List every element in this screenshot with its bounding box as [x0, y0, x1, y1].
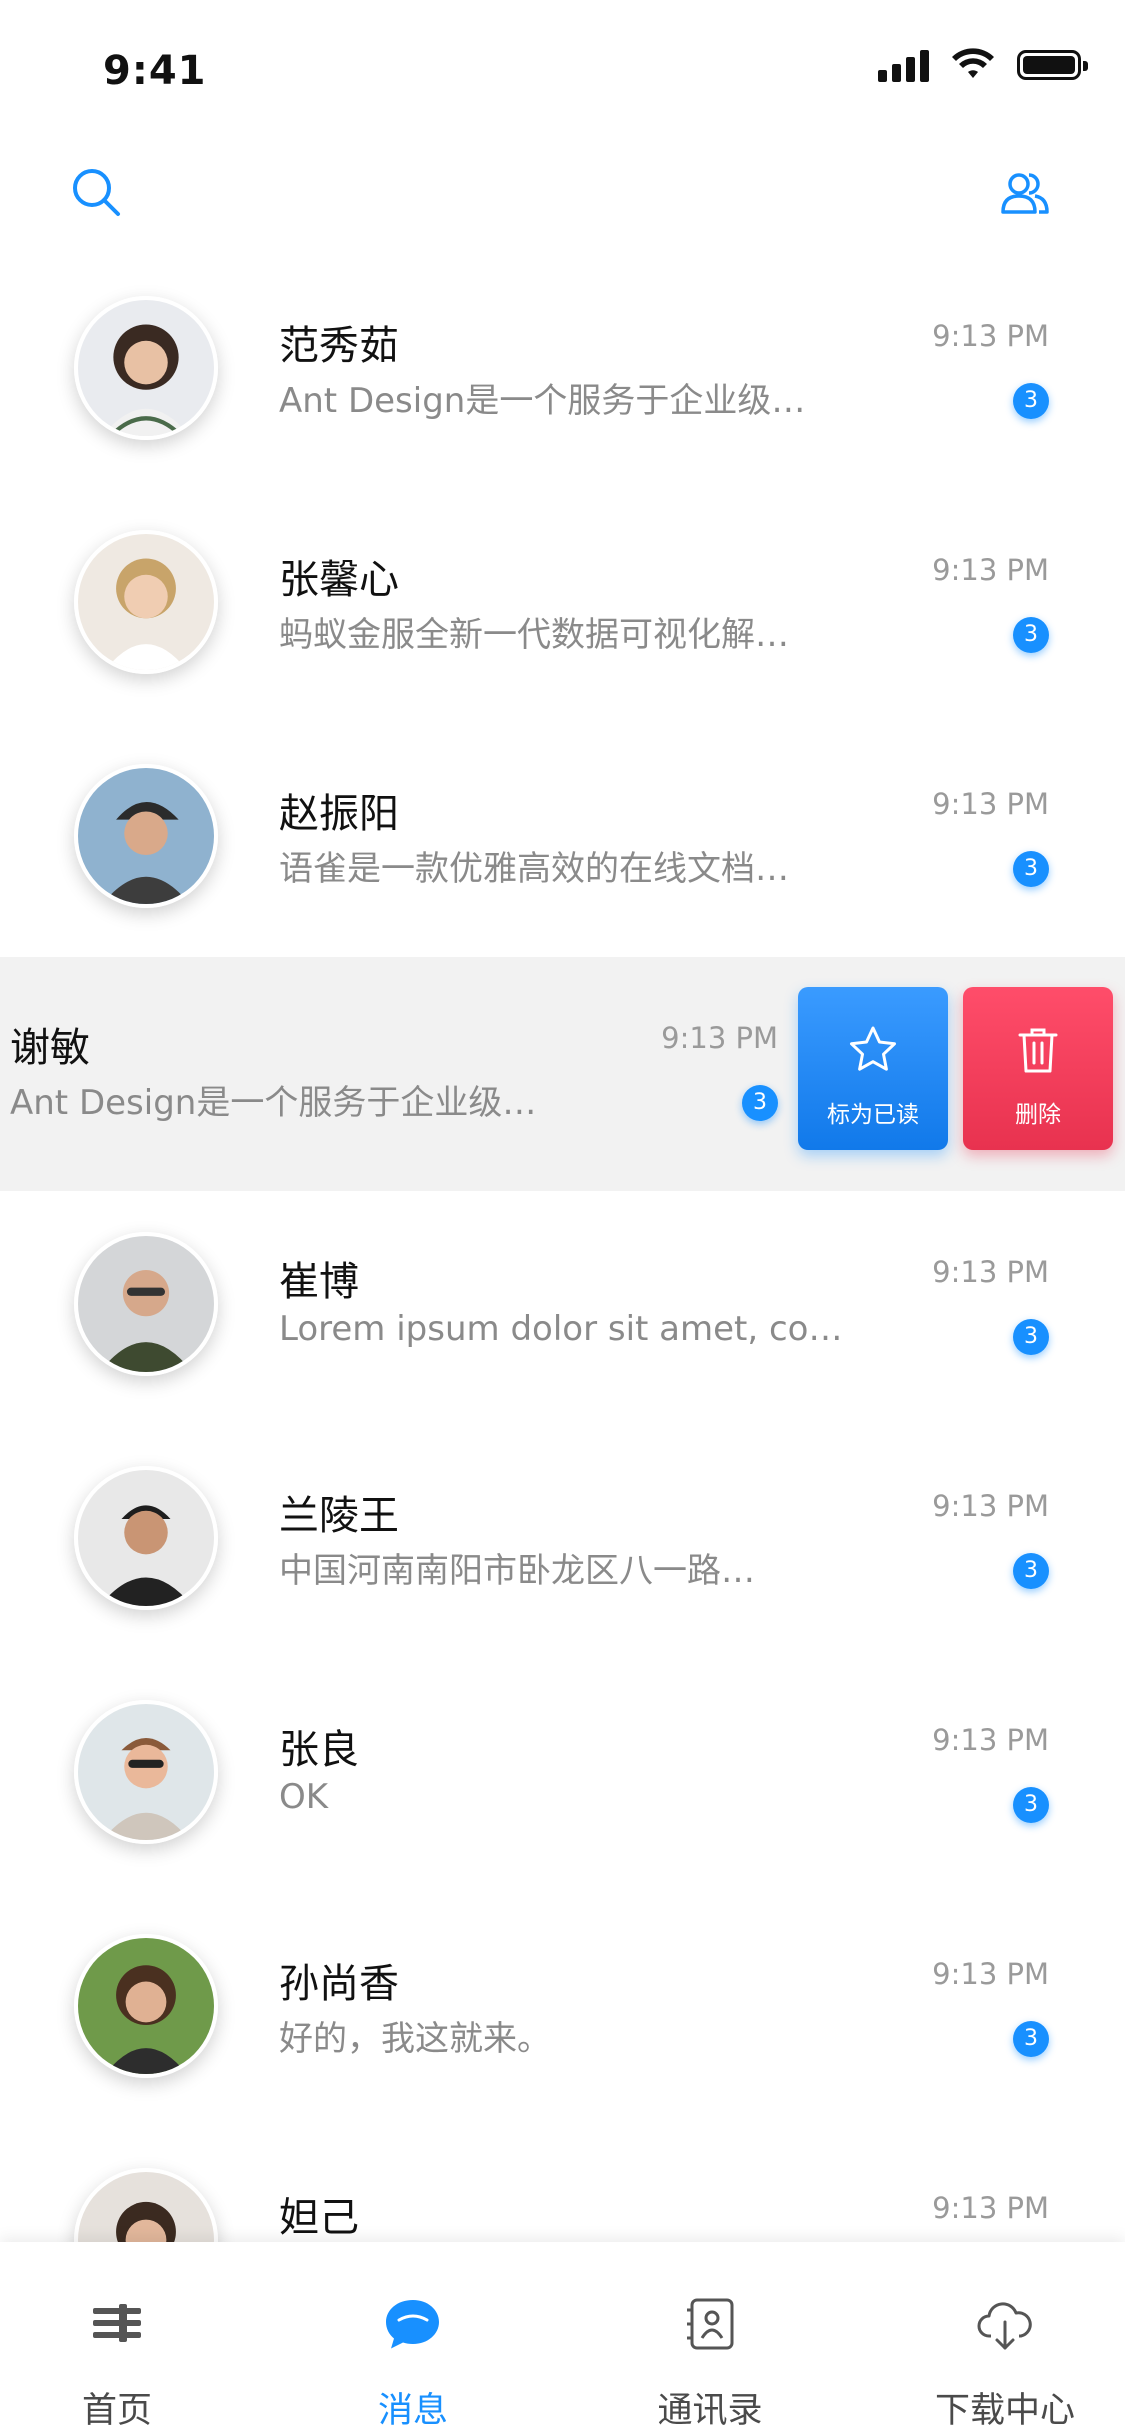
- mark-read-label: 标为已读: [827, 1102, 919, 1128]
- contact-name: 兰陵王: [279, 1493, 399, 1539]
- avatar: [74, 1466, 218, 1610]
- tab-messages[interactable]: 消息: [313, 2242, 513, 2436]
- message-time: 9:13 PM: [932, 1723, 1049, 1757]
- message-time: 9:13 PM: [932, 319, 1049, 353]
- tab-label: 消息: [377, 2391, 448, 2431]
- contact-name: 张馨心: [279, 557, 399, 603]
- unread-badge: 3: [1013, 2021, 1049, 2057]
- delete-label: 删除: [1015, 1102, 1061, 1128]
- delete-button[interactable]: 删除: [963, 987, 1113, 1150]
- message-preview: Lorem ipsum dolor sit amet, co…: [279, 1309, 843, 1349]
- message-time: 9:13 PM: [932, 2191, 1049, 2225]
- unread-badge: 3: [1013, 617, 1049, 653]
- list-item[interactable]: 张馨心 蚂蚁金服全新一代数据可视化解… 9:13 PM 3: [0, 489, 1125, 723]
- search-icon[interactable]: [66, 162, 126, 222]
- list-item[interactable]: 孙尚香 好的，我这就来。 9:13 PM 3: [0, 1893, 1125, 2127]
- home-icon: [93, 2304, 141, 2342]
- unread-badge: 3: [742, 1085, 778, 1121]
- contact-name: 赵振阳: [279, 791, 399, 837]
- address-book-icon: [687, 2298, 734, 2350]
- message-preview: 中国河南南阳市卧龙区八一路…: [279, 1551, 755, 1591]
- status-bar: 9:41: [0, 0, 1125, 140]
- message-preview: 好的，我这就来。: [279, 2019, 551, 2059]
- unread-badge: 3: [1013, 383, 1049, 419]
- list-item-swiped[interactable]: 谢敏 Ant Design是一个服务于企业级… 9:13 PM 3 标为已读 删…: [0, 957, 1125, 1191]
- message-preview: Ant Design是一个服务于企业级…: [279, 381, 806, 421]
- contact-name: 孙尚香: [279, 1961, 399, 2007]
- list-item[interactable]: 张良 OK 9:13 PM 3: [0, 1659, 1125, 1893]
- contact-name: 妲己: [279, 2195, 359, 2241]
- contact-name: 张良: [279, 1727, 359, 1773]
- message-list: 范秀茹 Ant Design是一个服务于企业级… 9:13 PM 3 张馨心 蚂…: [0, 255, 1125, 2361]
- tab-label: 通讯录: [657, 2391, 763, 2431]
- message-time: 9:13 PM: [932, 1255, 1049, 1289]
- message-time: 9:13 PM: [661, 1021, 778, 1055]
- list-item[interactable]: 赵振阳 语雀是一款优雅高效的在线文档… 9:13 PM 3: [0, 723, 1125, 957]
- battery-icon: [1017, 50, 1088, 80]
- trash-icon: [1018, 1028, 1058, 1073]
- contact-name: 范秀茹: [279, 323, 399, 369]
- tab-download-center[interactable]: 下载中心: [905, 2242, 1105, 2436]
- status-time: 9:41: [103, 48, 207, 94]
- unread-badge: 3: [1013, 1787, 1049, 1823]
- avatar: [74, 1232, 218, 1376]
- cloud-download-icon: [977, 2302, 1032, 2350]
- avatar: [74, 764, 218, 908]
- tab-home[interactable]: 首页: [17, 2242, 217, 2436]
- message-preview: 蚂蚁金服全新一代数据可视化解…: [279, 615, 789, 655]
- message-time: 9:13 PM: [932, 1957, 1049, 1991]
- avatar: [74, 296, 218, 440]
- message-preview: OK: [279, 1777, 329, 1817]
- wifi-icon: [952, 48, 994, 78]
- chat-bubble-icon: [386, 2300, 439, 2349]
- star-icon: [850, 1026, 896, 1071]
- message-preview: Ant Design是一个服务于企业级…: [10, 1083, 537, 1123]
- avatar: [74, 530, 218, 674]
- list-item[interactable]: 兰陵王 中国河南南阳市卧龙区八一路… 9:13 PM 3: [0, 1425, 1125, 1659]
- list-item[interactable]: 范秀茹 Ant Design是一个服务于企业级… 9:13 PM 3: [0, 255, 1125, 489]
- mark-read-button[interactable]: 标为已读: [798, 987, 948, 1150]
- tab-label: 首页: [81, 2391, 152, 2431]
- avatar: [74, 1700, 218, 1844]
- unread-badge: 3: [1013, 851, 1049, 887]
- contact-name: 谢敏: [10, 1025, 90, 1071]
- message-time: 9:13 PM: [932, 787, 1049, 821]
- cellular-signal-icon: [878, 48, 929, 82]
- tab-label: 下载中心: [934, 2391, 1075, 2431]
- list-item[interactable]: 崔博 Lorem ipsum dolor sit amet, co… 9:13 …: [0, 1191, 1125, 1425]
- message-preview: 语雀是一款优雅高效的在线文档…: [279, 849, 789, 889]
- bottom-tab-bar: 首页 消息 通讯录 下载中心: [0, 2242, 1125, 2436]
- unread-badge: 3: [1013, 1319, 1049, 1355]
- message-time: 9:13 PM: [932, 1489, 1049, 1523]
- contact-name: 崔博: [279, 1259, 359, 1305]
- unread-badge: 3: [1013, 1553, 1049, 1589]
- contacts-group-icon[interactable]: [995, 164, 1055, 224]
- tab-contacts[interactable]: 通讯录: [610, 2242, 810, 2436]
- avatar: [74, 1934, 218, 2078]
- message-time: 9:13 PM: [932, 553, 1049, 587]
- top-toolbar: [0, 150, 1125, 240]
